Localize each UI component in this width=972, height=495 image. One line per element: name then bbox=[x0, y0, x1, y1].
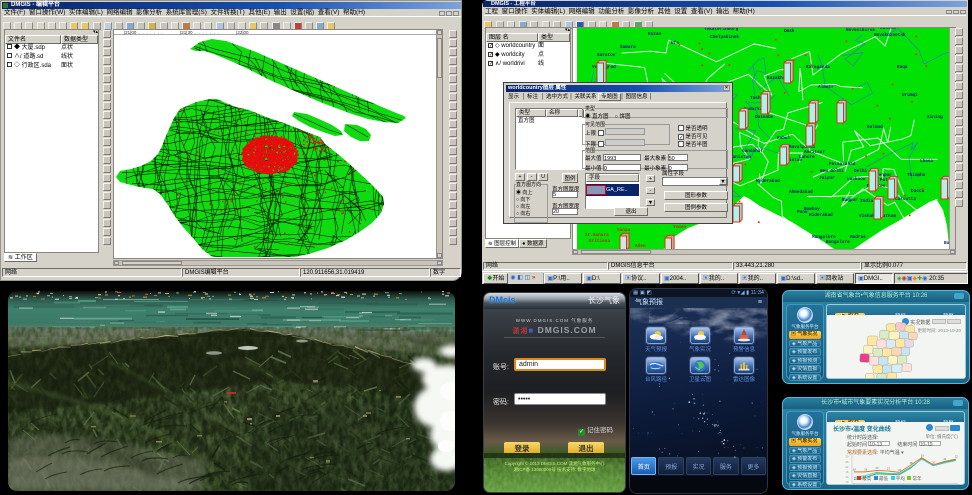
svg-text:Lucknow: Lucknow bbox=[847, 177, 866, 182]
svg-text:22: 22 bbox=[955, 455, 958, 459]
svg-text:26: 26 bbox=[845, 460, 849, 464]
svg-text:Dusanbe: Dusanbe bbox=[755, 115, 774, 120]
svg-text:21: 21 bbox=[944, 457, 947, 461]
svg-text:Yekaterinburg: Yekaterinburg bbox=[704, 28, 739, 32]
svg-text:Xining: Xining bbox=[927, 115, 943, 120]
svg-text:India: India bbox=[860, 199, 874, 204]
svg-text:Delhi: Delhi bbox=[854, 169, 868, 174]
svg-text:Pune: Pune bbox=[797, 210, 808, 215]
svg-text:Calcutta: Calcutta bbox=[895, 197, 916, 202]
svg-text:22: 22 bbox=[845, 465, 849, 469]
svg-text:Lhasa: Lhasa bbox=[920, 159, 934, 164]
svg-text:Novokuznetsk: Novokuznetsk bbox=[874, 33, 906, 38]
svg-text:19: 19 bbox=[864, 467, 867, 471]
svg-text:10: 10 bbox=[845, 480, 849, 484]
svg-text:St.Aunara: St.Aunara bbox=[585, 233, 609, 238]
svg-text:Chelyabinsk: Chelyabinsk bbox=[710, 35, 739, 40]
svg-text:Urumqi: Urumqi bbox=[902, 93, 918, 98]
svg-text:Karaganda: Karaganda bbox=[806, 65, 830, 70]
svg-text:21: 21 bbox=[887, 467, 890, 471]
svg-text:Faisalabad: Faisalabad bbox=[829, 162, 856, 167]
svg-text:Almatr: Almatr bbox=[818, 85, 834, 90]
svg-text:Kuqa: Kuqa bbox=[897, 65, 908, 70]
svg-text:Thimphu: Thimphu bbox=[907, 173, 926, 178]
svg-text:Ufa: Ufa bbox=[671, 41, 679, 46]
svg-text:20: 20 bbox=[876, 466, 879, 470]
svg-text:Bangalore: Bangalore bbox=[826, 240, 850, 245]
svg-text:Hiderabad: Hiderabad bbox=[809, 213, 833, 218]
svg-text:Gandahar: Gandahar bbox=[742, 149, 763, 154]
svg-text:Sanaa: Sanaa bbox=[617, 228, 631, 233]
svg-text:Jaipur: Jaipur bbox=[819, 176, 835, 181]
svg-text:30: 30 bbox=[845, 455, 849, 459]
svg-text:Novosibirsk: Novosibirsk bbox=[846, 28, 875, 33]
svg-text:Nagpur: Nagpur bbox=[842, 198, 858, 203]
svg-text:Yemen: Yemen bbox=[673, 225, 687, 230]
svg-text:Ahmedabad: Ahmedabad bbox=[789, 190, 813, 195]
svg-text:Golmud: Golmud bbox=[867, 125, 883, 130]
svg-text:Kabul: Kabul bbox=[777, 136, 791, 141]
svg-text:Eritiena: Eritiena bbox=[589, 239, 610, 244]
svg-text:Kazan: Kazan bbox=[648, 32, 662, 37]
svg-text:19: 19 bbox=[921, 453, 924, 457]
svg-text:Samara: Samara bbox=[620, 45, 636, 50]
svg-text:18: 18 bbox=[845, 470, 849, 474]
svg-text:Madras: Madras bbox=[850, 235, 866, 240]
svg-text:Hyderabad: Hyderabad bbox=[756, 179, 780, 184]
svg-text:Omsk: Omsk bbox=[784, 29, 795, 34]
svg-text:18: 18 bbox=[853, 467, 856, 471]
svg-text:New Delhi: New Delhi bbox=[820, 169, 844, 174]
svg-text:Russia: Russia bbox=[880, 28, 896, 31]
svg-text:Saratov: Saratov bbox=[597, 53, 616, 58]
svg-text:14: 14 bbox=[845, 475, 849, 479]
